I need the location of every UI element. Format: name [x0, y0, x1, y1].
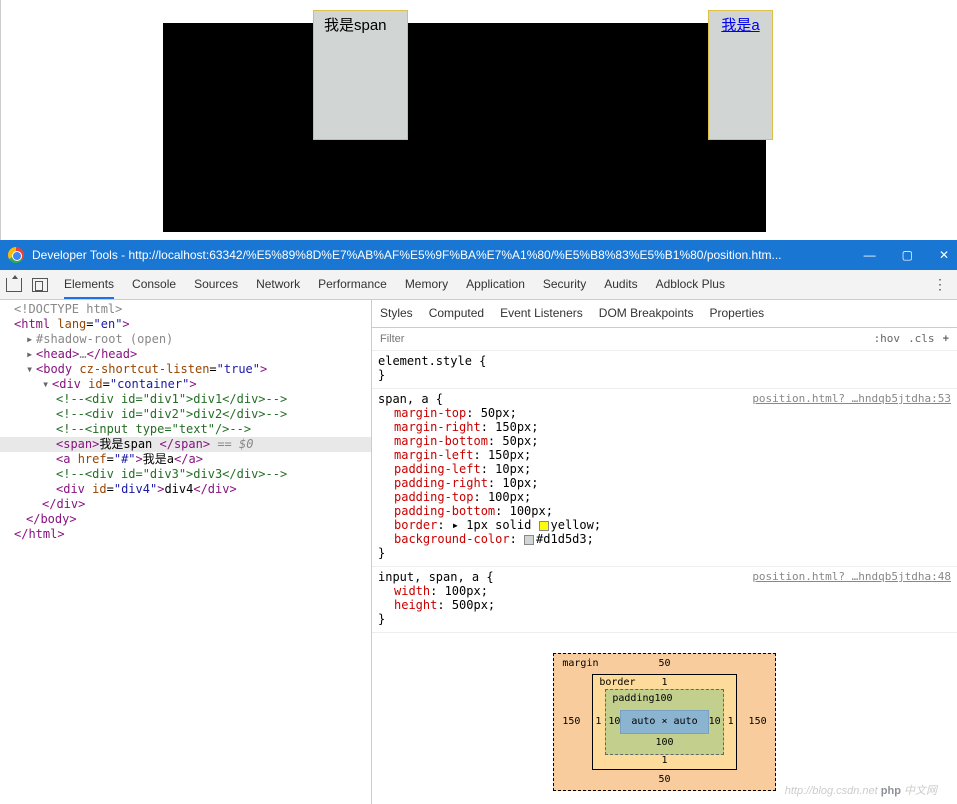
device-toggle-icon[interactable] [32, 278, 48, 292]
tab-memory[interactable]: Memory [405, 271, 448, 299]
cls-toggle[interactable]: .cls [908, 332, 935, 345]
tab-audits[interactable]: Audits [604, 271, 637, 299]
comment[interactable]: <!--<div id="div2">div2</div>--> [56, 407, 287, 421]
preview-span: 我是span [313, 10, 408, 140]
devtools-titlebar: Developer Tools - http://localhost:63342… [0, 240, 957, 270]
filter-input[interactable] [380, 333, 866, 345]
tab-sources[interactable]: Sources [194, 271, 238, 299]
collapse-icon[interactable] [26, 362, 36, 377]
close-button[interactable]: ✕ [939, 248, 949, 262]
preview-anchor[interactable]: 我是a [708, 10, 773, 140]
page-preview: 我是span 我是a [163, 10, 773, 232]
panel-tabs: Elements Console Sources Network Perform… [64, 271, 725, 299]
tab-performance[interactable]: Performance [318, 271, 387, 299]
tab-elements[interactable]: Elements [64, 271, 114, 299]
hov-toggle[interactable]: :hov [874, 332, 901, 345]
anchor-text: 我是a [721, 17, 759, 34]
source-link[interactable]: position.html? …hndqb5jtdha:48 [752, 570, 951, 584]
tab-network[interactable]: Network [256, 271, 300, 299]
container-box [163, 23, 766, 232]
inspect-icon[interactable] [6, 278, 22, 292]
devtools-toolbar: Elements Console Sources Network Perform… [0, 270, 957, 300]
new-rule-button[interactable]: + [943, 333, 949, 345]
tab-security[interactable]: Security [543, 271, 586, 299]
dom-tree[interactable]: <!DOCTYPE html> <html lang="en"> #shadow… [0, 300, 372, 804]
styles-tabs: Styles Computed Event Listeners DOM Brea… [372, 300, 957, 328]
rule-span-a[interactable]: position.html? …hndqb5jtdha:53 span, a {… [372, 389, 957, 567]
collapse-icon[interactable] [42, 377, 52, 392]
comment[interactable]: <!--<input type="text"/>--> [56, 422, 251, 436]
content-size: auto × auto [620, 710, 708, 734]
tab-application[interactable]: Application [466, 271, 525, 299]
expand-icon[interactable] [26, 332, 36, 347]
maximize-button[interactable]: ▢ [902, 248, 913, 262]
rule-input-span-a[interactable]: position.html? …hndqb5jtdha:48 input, sp… [372, 567, 957, 633]
chrome-icon [8, 247, 24, 263]
tab-listeners[interactable]: Event Listeners [500, 306, 583, 320]
kebab-icon[interactable]: ⋮ [929, 276, 951, 293]
tab-properties[interactable]: Properties [709, 306, 764, 320]
watermark: http://blog.csdn.net php 中文网 [785, 782, 937, 798]
tab-console[interactable]: Console [132, 271, 176, 299]
shadow-root[interactable]: #shadow-root (open) [36, 332, 173, 346]
doctype: <!DOCTYPE html> [14, 302, 122, 316]
selected-node[interactable]: <span>我是span </span> == $0 [0, 437, 371, 452]
minimize-button[interactable]: — [864, 248, 876, 262]
expand-icon[interactable] [26, 347, 36, 362]
box-model: margin 50 50 150 150 border 1 1 1 1 padd… [372, 633, 957, 804]
tab-computed[interactable]: Computed [429, 306, 484, 320]
comment[interactable]: <!--<div id="div1">div1</div>--> [56, 392, 287, 406]
span-text: 我是span [324, 17, 387, 34]
tab-adblock[interactable]: Adblock Plus [656, 271, 725, 299]
source-link[interactable]: position.html? …hndqb5jtdha:53 [752, 392, 951, 406]
rule-element-style[interactable]: element.style { } [372, 351, 957, 389]
tab-breakpoints[interactable]: DOM Breakpoints [599, 306, 694, 320]
tab-styles[interactable]: Styles [380, 306, 413, 320]
titlebar-text: Developer Tools - http://localhost:63342… [32, 248, 864, 262]
css-rules: element.style { } position.html? …hndqb5… [372, 351, 957, 804]
comment[interactable]: <!--<div id="div3">div3</div>--> [56, 467, 287, 481]
